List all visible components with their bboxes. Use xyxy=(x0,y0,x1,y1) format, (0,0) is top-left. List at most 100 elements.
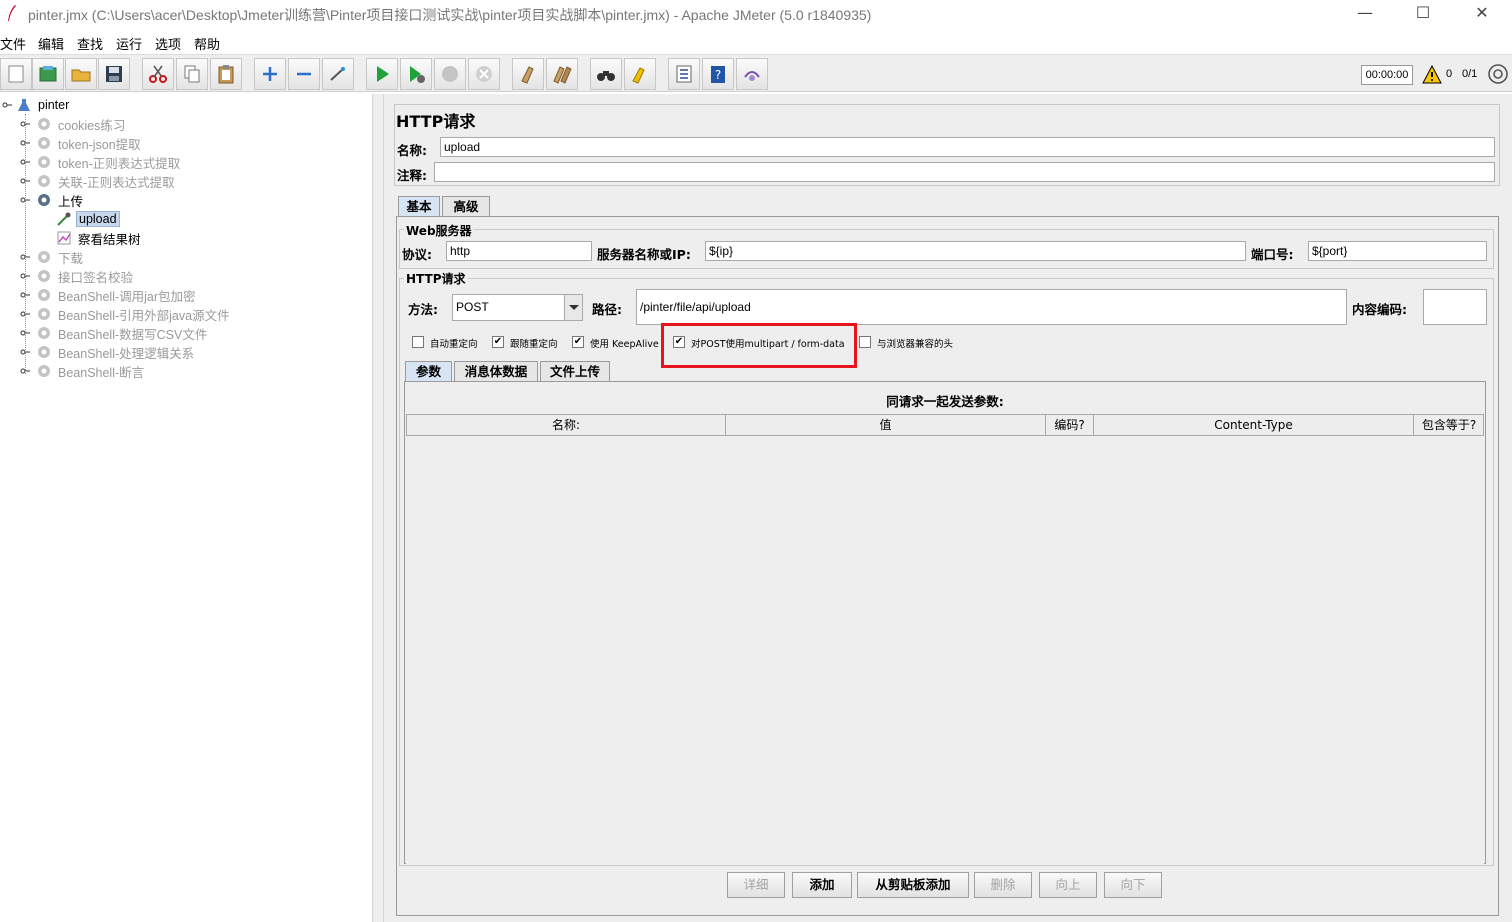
templates-button[interactable] xyxy=(32,58,64,90)
server-input[interactable]: ${ip} xyxy=(705,241,1246,261)
tab-file-upload[interactable]: 文件上传 xyxy=(540,361,610,381)
tree-item[interactable]: 上传 xyxy=(36,191,85,209)
svg-text:?: ? xyxy=(715,68,721,82)
stop-button[interactable] xyxy=(434,58,466,90)
move-up-button[interactable]: 向上 xyxy=(1039,872,1097,898)
save-button[interactable] xyxy=(98,58,130,90)
tree-item[interactable]: BeanShell-数据写CSV文件 xyxy=(36,324,209,342)
tab-parameters[interactable]: 参数 xyxy=(405,361,452,381)
shutdown-icon xyxy=(476,66,492,82)
add-button[interactable]: 添加 xyxy=(792,872,852,898)
copy-button[interactable] xyxy=(176,58,208,90)
detail-button[interactable]: 详细 xyxy=(727,872,785,898)
play-icon xyxy=(377,66,389,82)
method-label: 方法: xyxy=(408,302,438,317)
clear-button[interactable] xyxy=(512,58,544,90)
cut-button[interactable] xyxy=(142,58,174,90)
open-folder-icon xyxy=(71,69,91,82)
tree-root-pinter[interactable]: pinter xyxy=(16,96,71,114)
encoding-input[interactable] xyxy=(1423,289,1487,325)
option-label: 与浏览器兼容的头 xyxy=(877,339,954,350)
tree-item[interactable]: upload xyxy=(56,210,120,228)
tab-basic[interactable]: 基本 xyxy=(398,196,440,216)
paste-clipboard-icon xyxy=(218,65,234,84)
option-checkbox[interactable]: ✔ xyxy=(492,336,504,348)
menu-edit[interactable]: 编辑 xyxy=(38,34,64,53)
tab-advanced[interactable]: 高级 xyxy=(442,196,490,216)
protocol-input[interactable]: http xyxy=(446,241,592,261)
method-select[interactable]: POST xyxy=(452,294,583,321)
params-table-body[interactable] xyxy=(406,436,1484,864)
add-from-clipboard-button[interactable]: 从剪贴板添加 xyxy=(857,872,969,898)
remote-button[interactable] xyxy=(736,58,768,90)
paste-button[interactable] xyxy=(210,58,242,90)
tree-item[interactable]: 下载 xyxy=(36,248,85,266)
menu-search[interactable]: 查找 xyxy=(77,34,103,53)
stop-icon xyxy=(442,66,458,82)
tree-expander[interactable] xyxy=(2,100,12,110)
broom-icon xyxy=(521,66,534,84)
function-helper-button[interactable] xyxy=(668,58,700,90)
collapse-all-button[interactable] xyxy=(288,58,320,90)
templates-icon xyxy=(39,66,57,82)
test-plan-tree: pinter cookies练习 token-json提取 token-正则表达式提… xyxy=(0,94,372,922)
delete-button[interactable]: 删除 xyxy=(974,872,1032,898)
column-encode[interactable]: 编码? xyxy=(1046,415,1094,435)
tree-item-label: 关联-正则表达式提取 xyxy=(58,175,175,190)
column-content-type[interactable]: Content-Type xyxy=(1094,415,1414,435)
tree-item[interactable]: token-正则表达式提取 xyxy=(36,153,182,171)
reset-search-button[interactable] xyxy=(624,58,656,90)
tree-item[interactable]: BeanShell-引用外部java源文件 xyxy=(36,305,232,323)
maximize-button[interactable]: ☐ xyxy=(1403,2,1443,24)
menu-run[interactable]: 运行 xyxy=(116,34,142,53)
name-input[interactable]: upload xyxy=(440,137,1495,157)
tree-item[interactable]: BeanShell-调用jar包加密 xyxy=(36,286,198,304)
tab-body-data[interactable]: 消息体数据 xyxy=(454,361,538,381)
tree-item[interactable]: BeanShell-处理逻辑关系 xyxy=(36,343,196,361)
option-checkbox[interactable] xyxy=(859,336,871,348)
option-checkbox[interactable] xyxy=(412,336,424,348)
tree-item[interactable]: token-json提取 xyxy=(36,134,143,152)
menu-options[interactable]: 选项 xyxy=(155,34,181,53)
tree-connector xyxy=(25,114,26,374)
tree-item[interactable]: 察看结果树 xyxy=(56,229,143,247)
help-button[interactable]: ? xyxy=(702,58,734,90)
tree-item[interactable]: 接口签名校验 xyxy=(36,267,135,285)
start-no-pause-button[interactable] xyxy=(400,58,432,90)
clear-all-button[interactable] xyxy=(546,58,578,90)
panel-splitter[interactable] xyxy=(372,94,384,922)
close-button[interactable]: ✕ xyxy=(1462,2,1502,24)
port-input[interactable]: ${port} xyxy=(1308,241,1487,261)
column-include-equals[interactable]: 包含等于? xyxy=(1414,415,1484,435)
tree-item[interactable]: 关联-正则表达式提取 xyxy=(36,172,177,190)
toggle-button[interactable] xyxy=(322,58,354,90)
panel-title: HTTP请求 xyxy=(396,112,476,131)
column-name[interactable]: 名称: xyxy=(407,415,726,435)
search-button[interactable] xyxy=(590,58,622,90)
start-button[interactable] xyxy=(366,58,398,90)
column-value[interactable]: 值 xyxy=(726,415,1046,435)
protocol-label: 协议: xyxy=(402,247,432,262)
menu-file[interactable]: 文件 xyxy=(0,34,26,53)
listener-chart-icon xyxy=(57,231,71,245)
shutdown-button[interactable] xyxy=(468,58,500,90)
remote-icon xyxy=(744,71,760,81)
dropdown-toggle[interactable] xyxy=(564,295,582,320)
option-checkbox[interactable]: ✔ xyxy=(572,336,584,348)
open-button[interactable] xyxy=(65,58,97,90)
warning-icon[interactable] xyxy=(1422,65,1442,85)
path-input[interactable]: /pinter/file/api/upload xyxy=(636,289,1347,325)
tree-item-label: 下载 xyxy=(58,251,84,266)
option-checkbox[interactable]: ✔ xyxy=(673,336,685,348)
menu-help[interactable]: 帮助 xyxy=(194,34,220,53)
sampler-pipette-icon xyxy=(57,212,71,226)
tree-item[interactable]: cookies练习 xyxy=(36,115,127,133)
web-server-title: Web服务器 xyxy=(404,222,474,239)
comment-input[interactable] xyxy=(434,162,1495,182)
tree-item[interactable]: BeanShell-断言 xyxy=(36,362,146,380)
new-button[interactable] xyxy=(0,58,32,90)
move-down-button[interactable]: 向下 xyxy=(1104,872,1162,898)
minimize-button[interactable]: — xyxy=(1345,2,1385,24)
error-count: 0 xyxy=(1446,68,1453,80)
expand-all-button[interactable] xyxy=(254,58,286,90)
